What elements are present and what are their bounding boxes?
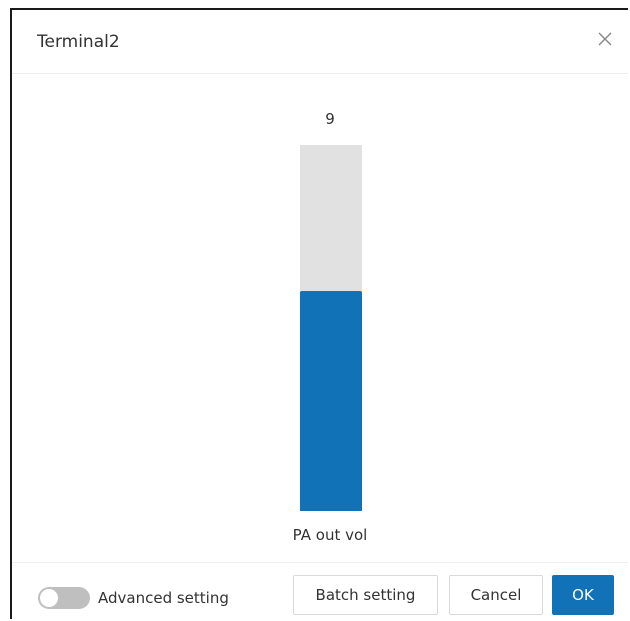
- advanced-setting-label: Advanced setting: [98, 589, 229, 607]
- close-icon-glyph: [598, 32, 612, 46]
- dialog-header: Terminal2: [12, 10, 628, 74]
- cancel-button[interactable]: Cancel: [449, 575, 543, 615]
- dialog-footer: Advanced setting Batch setting Cancel OK: [12, 562, 628, 621]
- volume-slider-label: PA out vol: [292, 526, 368, 544]
- volume-slider[interactable]: [300, 145, 362, 511]
- dialog-body: 9 PA out vol: [12, 74, 628, 562]
- terminal-settings-dialog: Terminal2 9 PA out vol Advanced setting …: [10, 8, 628, 619]
- batch-setting-button[interactable]: Batch setting: [293, 575, 438, 615]
- advanced-setting-toggle[interactable]: [38, 587, 90, 609]
- volume-slider-fill[interactable]: [300, 291, 362, 511]
- close-icon[interactable]: [596, 30, 614, 48]
- ok-button[interactable]: OK: [552, 575, 614, 615]
- volume-value: 9: [325, 110, 335, 128]
- dialog-title: Terminal2: [37, 32, 120, 52]
- toggle-knob: [40, 589, 58, 607]
